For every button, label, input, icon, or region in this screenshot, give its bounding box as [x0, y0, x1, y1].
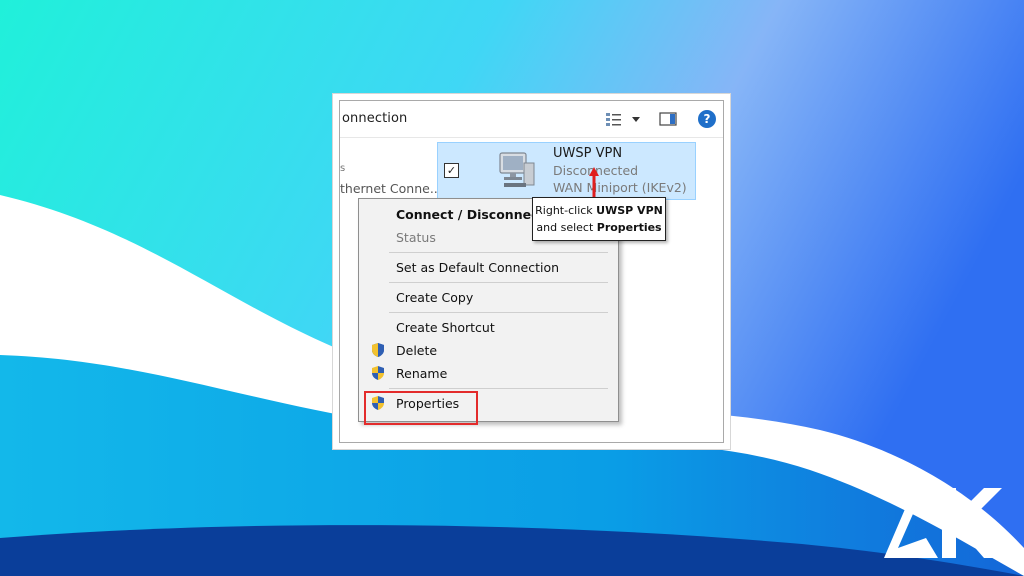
menu-item-delete[interactable]: Delete: [396, 343, 437, 358]
menu-item-create-shortcut[interactable]: Create Shortcut: [396, 320, 495, 335]
view-options-icon[interactable]: [604, 110, 624, 128]
checkbox-checked-icon[interactable]: ✓: [444, 163, 459, 178]
menu-separator: [389, 388, 608, 389]
menu-item-create-copy[interactable]: Create Copy: [396, 290, 473, 305]
screenshot-frame: onnection ? s thernet Conne... ✓ UWSP VP…: [333, 94, 730, 449]
dropdown-arrow-icon[interactable]: [626, 110, 646, 128]
uac-shield-icon: [370, 342, 386, 358]
instruction-callout: Right-click UWSP VPN and select Properti…: [532, 197, 666, 241]
window-title: onnection: [342, 111, 408, 126]
network-connections-window: onnection ? s thernet Conne... ✓ UWSP VP…: [339, 100, 724, 443]
vpn-name: UWSP VPN: [553, 146, 623, 161]
computer-network-icon: [498, 149, 538, 197]
vpn-connection-item[interactable]: ✓ UWSP VPN Disconnected WAN Miniport (IK…: [437, 142, 696, 200]
callout-line-1: Right-click UWSP VPN: [535, 204, 663, 217]
menu-separator: [389, 282, 608, 283]
menu-separator: [389, 312, 608, 313]
menu-item-connect-disconnect[interactable]: Connect / Disconnect: [396, 207, 544, 222]
ethernet-connection-label[interactable]: thernet Conne...: [340, 181, 442, 196]
menu-separator: [389, 252, 608, 253]
menu-item-set-default[interactable]: Set as Default Connection: [396, 260, 559, 275]
menu-item-status: Status: [396, 230, 436, 245]
properties-highlight-box: [364, 391, 478, 425]
preview-pane-icon[interactable]: [658, 110, 678, 128]
ethernet-fragment-mark: s: [340, 163, 346, 174]
ak-logo: [880, 480, 1008, 560]
help-icon[interactable]: ?: [697, 110, 717, 128]
callout-line-2: and select Properties: [536, 221, 662, 234]
vpn-device: WAN Miniport (IKEv2): [553, 180, 687, 195]
menu-item-rename[interactable]: Rename: [396, 366, 447, 381]
toolbar: onnection ?: [340, 101, 723, 138]
uac-shield-icon: [370, 365, 386, 381]
